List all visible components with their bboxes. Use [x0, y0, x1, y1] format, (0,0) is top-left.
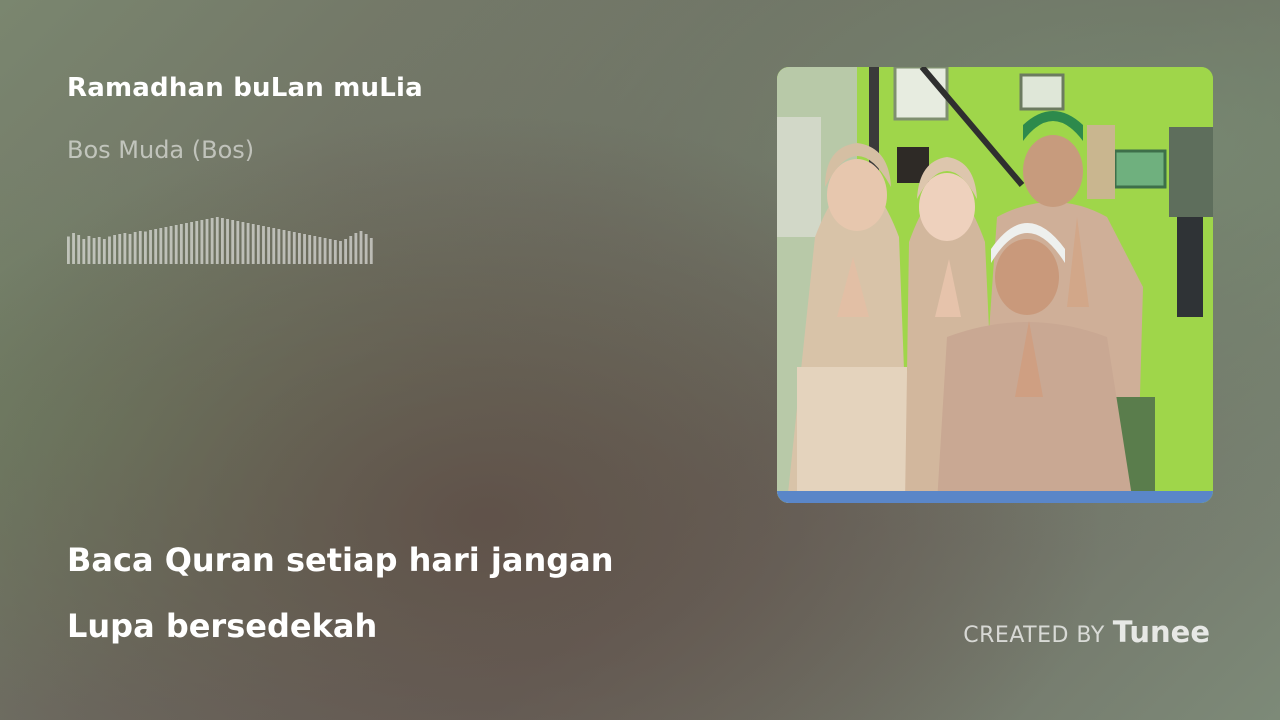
waveform-bar: [344, 239, 348, 264]
waveform-bar: [282, 230, 286, 264]
waveform-bar: [144, 231, 147, 264]
waveform-bar: [308, 235, 312, 264]
waveform-bar: [102, 239, 106, 264]
waveform-bar: [149, 230, 152, 264]
brand-logo-text: Tunee: [1112, 615, 1210, 649]
next-lyric-line: Lupa bersedekah: [67, 607, 378, 645]
album-cover: [777, 67, 1213, 503]
waveform-bar: [231, 220, 235, 264]
waveform-bar: [246, 223, 250, 264]
current-lyric-line: Baca Quran setiap hari jangan: [67, 541, 614, 579]
credit-prefix: CREATED BY: [963, 623, 1105, 648]
waveform-bar: [303, 234, 306, 264]
waveform-bar: [369, 238, 373, 264]
waveform-bar: [82, 239, 86, 264]
waveform-bar: [174, 225, 178, 264]
waveform-bar: [328, 239, 332, 264]
creator-credit: CREATED BY Tunee: [963, 615, 1210, 649]
waveform-bar: [333, 240, 337, 264]
waveform-bar: [87, 236, 91, 264]
waveform-bar: [354, 233, 358, 264]
waveform-bar: [277, 229, 281, 264]
artist-name: Bos Muda (Bos): [67, 136, 255, 164]
album-cover-image: [777, 67, 1213, 503]
waveform-bar: [267, 227, 271, 264]
waveform-bar: [292, 232, 296, 264]
waveform-bar: [272, 228, 276, 264]
waveform-bar: [313, 236, 317, 264]
waveform-bar: [138, 231, 142, 264]
waveform-bar: [123, 233, 127, 264]
waveform-bar: [339, 241, 342, 264]
waveform-bar: [200, 220, 204, 264]
waveform-bar: [210, 218, 214, 264]
waveform-bar: [298, 233, 301, 264]
waveform-bar: [359, 231, 363, 264]
waveform-bar: [164, 227, 168, 264]
waveform-bar: [364, 234, 368, 264]
waveform-bar: [226, 219, 229, 264]
waveform-bar: [256, 225, 260, 264]
waveform-bar: [67, 236, 70, 264]
waveform-bar: [205, 219, 209, 264]
waveform-bar: [215, 217, 219, 264]
waveform-bar: [133, 232, 137, 264]
waveform-bar: [323, 238, 327, 264]
waveform-bar: [159, 228, 163, 264]
waveform-bar: [190, 222, 194, 264]
waveform-bar: [108, 236, 111, 264]
waveform-bar: [262, 226, 265, 264]
waveform-bar: [97, 237, 101, 264]
waveform-bar: [251, 224, 255, 264]
waveform-bar: [169, 226, 173, 264]
waveform-bar: [287, 231, 291, 264]
waveform-bar: [72, 233, 75, 264]
waveform-bar: [241, 222, 245, 264]
waveform-bar: [185, 223, 188, 264]
waveform-bar: [118, 234, 122, 264]
waveform-bar: [154, 229, 158, 264]
waveform-bar: [179, 224, 183, 264]
waveform-bar: [236, 221, 240, 264]
waveform-bar: [128, 234, 132, 264]
waveform-bar: [92, 238, 96, 264]
waveform-bar: [113, 235, 117, 264]
audio-waveform: [67, 217, 373, 264]
waveform-bar: [195, 221, 199, 264]
waveform-bar: [221, 218, 224, 264]
song-title: Ramadhan buLan muLia: [67, 73, 423, 103]
waveform-bar: [318, 237, 322, 264]
waveform-bar: [77, 235, 81, 264]
waveform-bar: [349, 236, 353, 264]
